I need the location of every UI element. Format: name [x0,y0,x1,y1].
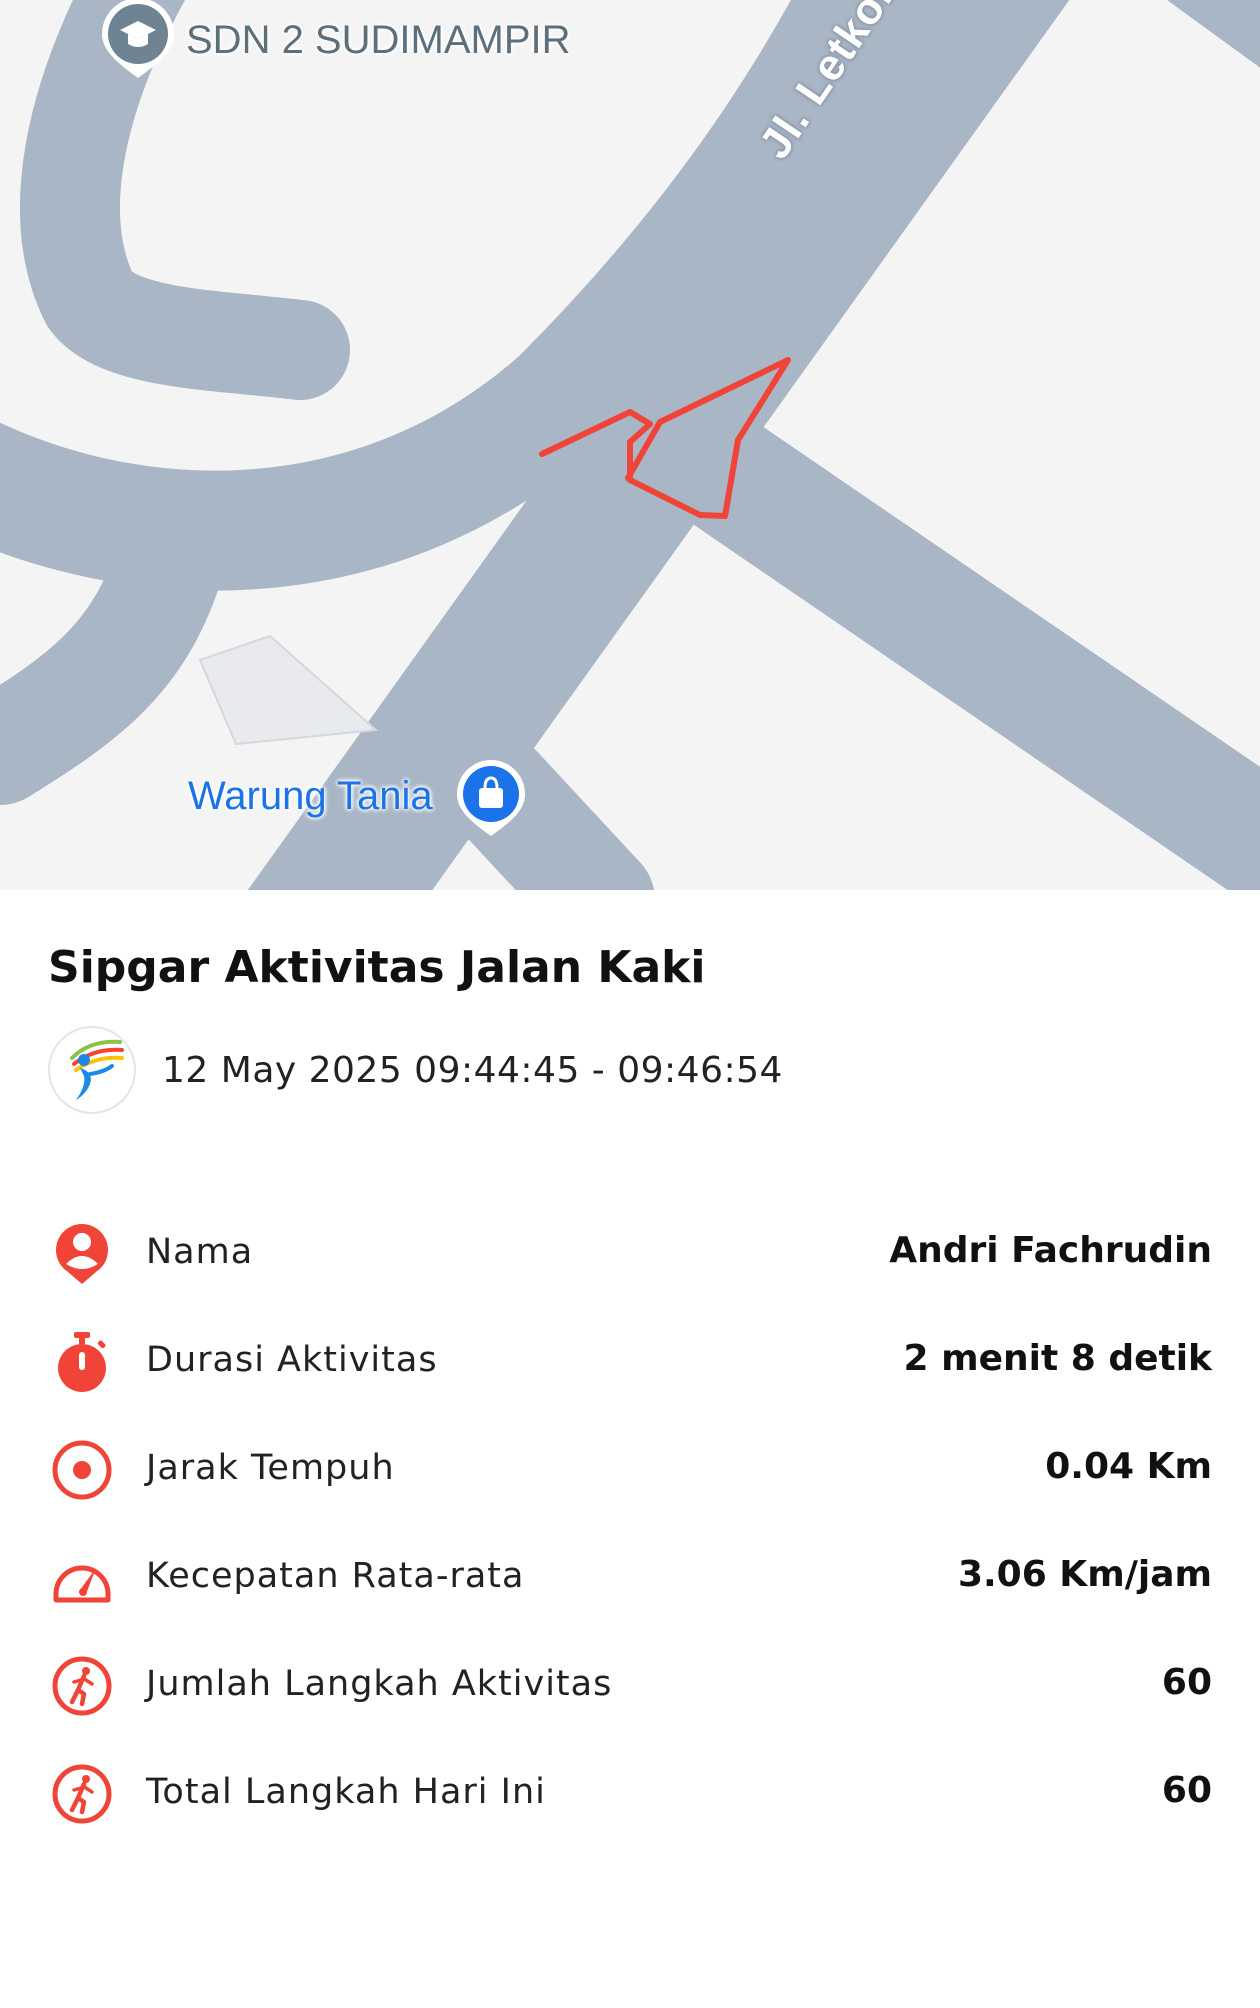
stat-value: 60 [1161,1770,1212,1811]
road-southeast [660,410,1260,890]
stat-label: Total Langkah Hari Ini [146,1772,546,1812]
stat-value: 2 menit 8 detik [903,1338,1212,1379]
road-southwest-branch [0,505,225,805]
stats-list: Nama Andri Fachrudin Durasi Aktivitas 2 … [0,1200,1260,1848]
stat-row-total-steps: Total Langkah Hari Ini 60 [0,1740,1260,1848]
map-canvas [0,0,1260,890]
walking-person-icon [52,1764,112,1824]
stat-value: 0.04 Km [1045,1446,1212,1487]
stat-row-name: Nama Andri Fachrudin [0,1200,1260,1308]
stat-value: Andri Fachrudin [889,1230,1212,1271]
stat-label: Kecepatan Rata-rata [146,1556,525,1596]
road-top-right [1166,0,1260,68]
poi-school-label[interactable]: SDN 2 SUDIMAMPIR [186,18,571,63]
activity-timestamp: 12 May 2025 09:44:45 - 09:46:54 [162,1050,783,1091]
stat-label: Nama [146,1232,254,1272]
person-pin-icon [56,1224,108,1284]
activity-details: Sipgar Aktivitas Jalan Kaki 12 May 2025 … [0,890,1260,2008]
stat-row-activity-steps: Jumlah Langkah Aktivitas 60 [0,1632,1260,1740]
stat-row-distance: Jarak Tempuh 0.04 Km [0,1416,1260,1524]
stat-row-speed: Kecepatan Rata-rata 3.06 Km/jam [0,1524,1260,1632]
speedometer-icon [53,1565,111,1603]
stat-label: Durasi Aktivitas [146,1340,438,1380]
poi-shop-label[interactable]: Warung Tania [188,774,433,819]
stat-value: 3.06 Km/jam [957,1554,1212,1595]
stat-row-duration: Durasi Aktivitas 2 menit 8 detik [0,1308,1260,1416]
activity-title: Sipgar Aktivitas Jalan Kaki [48,942,706,993]
block-shape [198,634,379,746]
stat-label: Jarak Tempuh [146,1448,395,1488]
target-icon [52,1440,112,1500]
stopwatch-icon [58,1332,106,1392]
walking-person-icon [52,1656,112,1716]
map-view[interactable]: SDN 2 SUDIMAMPIR Warung Tania Jl. Letkol… [0,0,1260,890]
stat-value: 60 [1161,1662,1212,1703]
app-logo [48,1026,136,1114]
stat-label: Jumlah Langkah Aktivitas [146,1664,613,1704]
